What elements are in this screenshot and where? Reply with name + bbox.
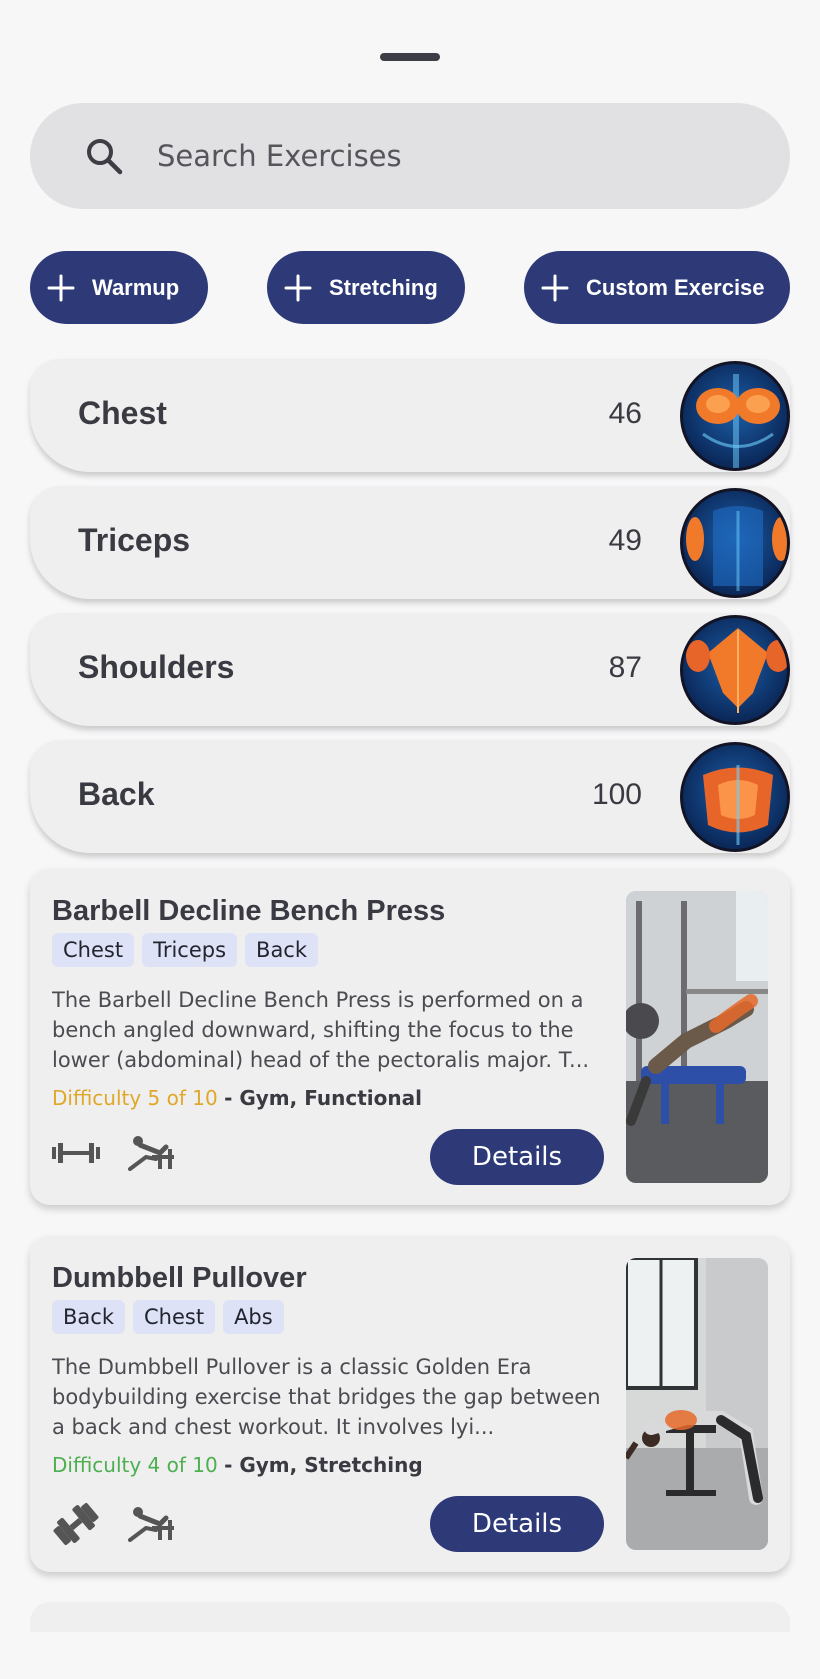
add-stretching-label: Stretching (329, 274, 438, 300)
muscle-tag: Chest (132, 1300, 216, 1334)
difficulty-line: Difficulty 4 of 10 - Gym, Stretching (52, 1453, 423, 1477)
exercise-photo (626, 1258, 768, 1550)
drag-handle[interactable] (380, 53, 440, 61)
exercise-photo (626, 891, 768, 1183)
category-name: Shoulders (78, 649, 235, 685)
back-muscle-image (680, 742, 790, 852)
category-count: 100 (591, 778, 642, 811)
search-icon (87, 139, 123, 175)
equipment-icons (52, 1502, 174, 1546)
category-count: 49 (608, 524, 642, 557)
muscle-tag: Chest (52, 933, 135, 967)
muscle-tag: Back (52, 1300, 125, 1334)
details-button[interactable]: Details (430, 1496, 604, 1552)
chest-muscle-image (680, 361, 790, 471)
category-name: Chest (78, 395, 167, 431)
search-input[interactable] (157, 139, 677, 173)
category-shoulders[interactable]: Shoulders 87 (30, 613, 790, 726)
dumbbell-icon (53, 1503, 99, 1545)
exercise-title: Barbell Decline Bench Press (52, 895, 446, 927)
category-count: 46 (608, 397, 642, 430)
muscle-tag: Back (245, 933, 319, 967)
plus-icon (541, 274, 569, 301)
plus-icon (284, 274, 312, 301)
difficulty-line: Difficulty 5 of 10 - Gym, Functional (52, 1086, 422, 1110)
next-exercise-card-peek (30, 1602, 790, 1632)
shoulders-muscle-image (680, 615, 790, 725)
exercise-description: The Dumbbell Pullover is a classic Golde… (52, 1355, 601, 1439)
exercise-card[interactable]: Barbell Decline Bench Press Chest Tricep… (30, 869, 790, 1205)
equipment-icons (52, 1135, 174, 1171)
category-name: Triceps (78, 522, 191, 558)
exercise-card[interactable]: Dumbbell Pullover Back Chest Abs The Dum… (30, 1236, 790, 1572)
muscle-tag: Abs (223, 1300, 284, 1334)
exercise-title: Dumbbell Pullover (52, 1262, 307, 1294)
plus-icon (47, 274, 75, 301)
exercise-description: The Barbell Decline Bench Press is perfo… (52, 988, 590, 1072)
exercise-types: - Gym, Functional (224, 1086, 422, 1110)
muscle-tags: Chest Triceps Back (52, 933, 319, 967)
exercise-types: - Gym, Stretching (224, 1453, 423, 1477)
add-warmup-button[interactable]: Warmup (30, 251, 208, 324)
category-triceps[interactable]: Triceps 49 (30, 486, 790, 599)
muscle-tag: Triceps (142, 933, 238, 967)
bench-press-icon (128, 1136, 174, 1171)
add-custom-exercise-button[interactable]: Custom Exercise (524, 251, 790, 324)
category-chest[interactable]: Chest 46 (30, 359, 790, 472)
barbell-icon (52, 1143, 100, 1163)
difficulty-text: Difficulty 4 of 10 (52, 1453, 218, 1477)
triceps-muscle-image (680, 488, 790, 598)
category-name: Back (78, 776, 155, 812)
add-stretching-button[interactable]: Stretching (267, 251, 465, 324)
details-button[interactable]: Details (430, 1129, 604, 1185)
difficulty-text: Difficulty 5 of 10 (52, 1086, 218, 1110)
muscle-tags: Back Chest Abs (52, 1300, 284, 1334)
category-back[interactable]: Back 100 (30, 740, 790, 853)
add-warmup-label: Warmup (92, 274, 180, 300)
search-bar[interactable] (30, 103, 790, 209)
category-count: 87 (608, 651, 642, 684)
add-custom-exercise-label: Custom Exercise (586, 274, 765, 300)
bench-press-icon (128, 1507, 174, 1542)
